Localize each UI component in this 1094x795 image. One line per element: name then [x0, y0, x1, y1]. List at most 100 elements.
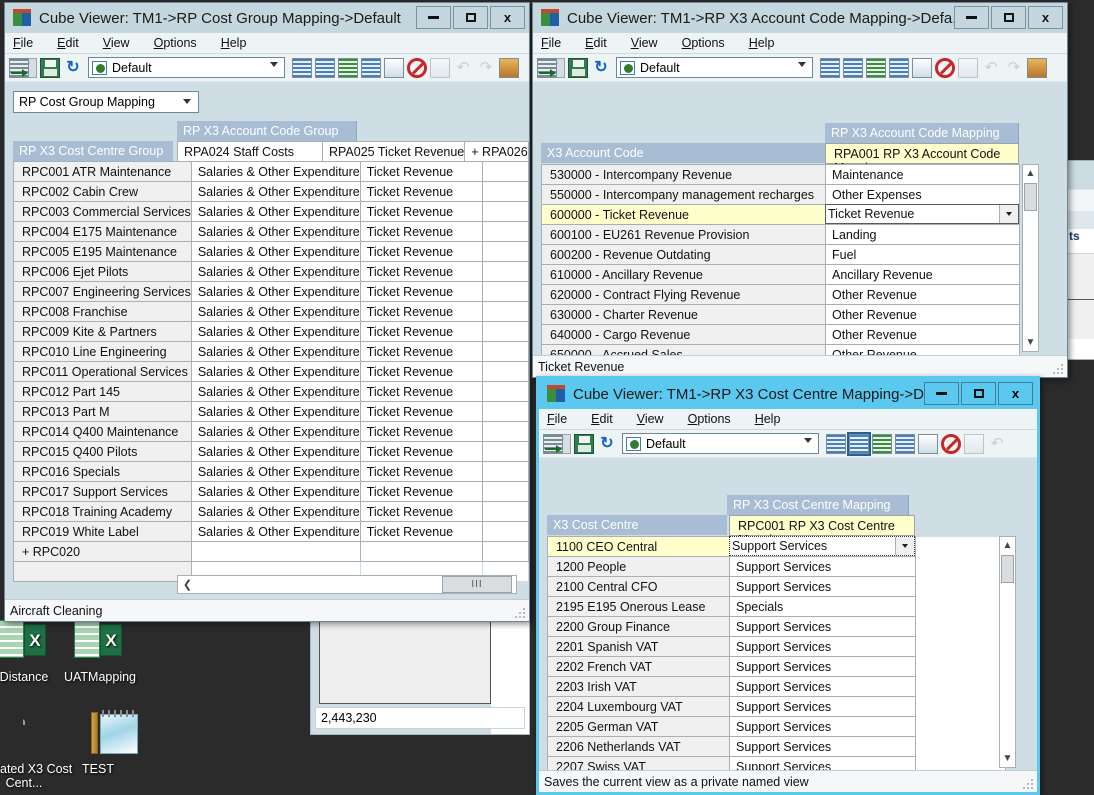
row-header[interactable]: 610000 - Ancillary Revenue	[541, 264, 826, 285]
table-row[interactable]: 640000 - Cargo Revenue Other Revenue	[541, 324, 1020, 345]
table-row[interactable]: 600200 - Revenue Outdating Fuel	[541, 244, 1020, 265]
data-cell[interactable]	[482, 261, 529, 282]
row-header[interactable]: 1200 People	[547, 556, 730, 577]
data-cell[interactable]: Ticket Revenue	[359, 381, 484, 402]
export-report-icon[interactable]	[895, 433, 915, 454]
export-report-icon[interactable]	[361, 57, 381, 78]
data-cell[interactable]: Ticket Revenue	[359, 481, 484, 502]
table-row[interactable]: RPC007 Engineering Services Salaries & Ot…	[13, 281, 529, 302]
table-row[interactable]: RPC004 E175 Maintenance Salaries & Other …	[13, 221, 529, 242]
save-icon[interactable]	[574, 433, 594, 454]
data-cell[interactable]: Salaries & Other Expenditure	[190, 321, 361, 342]
data-cell[interactable]: Ticket Revenue	[359, 361, 484, 382]
export-report-icon[interactable]	[889, 57, 909, 78]
menu-edit[interactable]: Edit	[57, 36, 79, 50]
open-icon[interactable]	[1027, 57, 1047, 78]
row-header[interactable]: 620000 - Contract Flying Revenue	[541, 284, 826, 305]
view-select[interactable]: Default	[88, 57, 285, 78]
data-cell[interactable]: Support Services	[729, 576, 916, 597]
table-row[interactable]: RPC010 Line Engineering Salaries & Other …	[13, 341, 529, 362]
data-cell[interactable]: Support Services	[729, 716, 916, 737]
column-header[interactable]: RPA025 Ticket Revenue	[321, 141, 466, 162]
data-cell[interactable]	[482, 421, 529, 442]
table-row[interactable]: 1200 People Support Services	[547, 556, 1006, 577]
row-header[interactable]: 2201 Spanish VAT	[547, 636, 730, 657]
row-header[interactable]: RPC002 Cabin Crew	[13, 181, 192, 202]
data-cell[interactable]: Salaries & Other Expenditure	[190, 221, 361, 242]
data-cell[interactable]: Salaries & Other Expenditure	[190, 161, 361, 182]
data-cell[interactable]: Ticket Revenue	[359, 421, 484, 442]
row-dimension-header[interactable]: X3 Account Code	[541, 143, 825, 163]
table-row[interactable]: 2200 Group Finance Support Services	[547, 616, 1006, 637]
data-cell[interactable]: Support Services	[729, 616, 916, 637]
menu-view[interactable]: View	[103, 36, 130, 50]
row-header[interactable]: RPC001 ATR Maintenance	[13, 161, 192, 182]
data-cell[interactable]: Salaries & Other Expenditure	[190, 361, 361, 382]
resize-grip-icon[interactable]	[1052, 363, 1064, 375]
data-cell[interactable]: Support Services	[729, 736, 916, 757]
row-header[interactable]: 2202 French VAT	[547, 656, 730, 677]
titlebar[interactable]: Cube Viewer: TM1->RP X3 Account Code Map…	[533, 3, 1067, 33]
data-cell[interactable]	[482, 401, 529, 422]
desktop-icon-uatmapping[interactable]: X UATMapping	[52, 618, 148, 684]
table-row[interactable]: RPC005 E195 Maintenance Salaries & Other …	[13, 241, 529, 262]
row-header[interactable]: 2100 Central CFO	[547, 576, 730, 597]
maximize-button[interactable]	[453, 6, 488, 29]
menu-help[interactable]: Help	[755, 412, 781, 426]
data-cell[interactable]: Landing	[825, 224, 1020, 245]
maximize-button[interactable]	[961, 382, 996, 405]
vscroll-thumb[interactable]	[1024, 183, 1037, 211]
row-header[interactable]: 630000 - Charter Revenue	[541, 304, 826, 325]
table-row[interactable]: 600100 - EU261 Revenue Provision Landing	[541, 224, 1020, 245]
row-header[interactable]: 2205 German VAT	[547, 716, 730, 737]
recalculate-icon[interactable]	[292, 57, 312, 78]
recalculate-icon[interactable]	[826, 433, 846, 454]
data-cell[interactable]: Salaries & Other Expenditure	[190, 381, 361, 402]
spread-grid-icon[interactable]	[537, 57, 557, 78]
menu-options[interactable]: Options	[154, 36, 197, 50]
row-header[interactable]: 1100 CEO Central	[547, 536, 730, 557]
data-cell[interactable]: Ticket Revenue	[359, 181, 484, 202]
cell-editor[interactable]: Support Services	[729, 536, 915, 556]
desktop-icon-test[interactable]: TEST	[50, 710, 146, 776]
data-cell[interactable]	[482, 541, 529, 562]
table-row[interactable]: RPC009 Kite & Partners Salaries & Other E…	[13, 321, 529, 342]
column-dimension-header[interactable]: RP X3 Cost Centre Mapping	[727, 495, 909, 515]
vertical-scrollbar[interactable]: ▲ ▼	[1022, 164, 1039, 352]
data-cell[interactable]	[482, 501, 529, 522]
resize-grip-icon[interactable]	[514, 607, 526, 619]
data-cell[interactable]: Ticket Revenue	[359, 521, 484, 542]
data-cell[interactable]: Salaries & Other Expenditure	[190, 501, 361, 522]
cube-selector[interactable]: RP Cost Group Mapping	[13, 91, 199, 113]
spread-grid-icon[interactable]	[543, 433, 563, 454]
row-header[interactable]	[13, 561, 192, 582]
data-cell[interactable]	[915, 716, 1006, 737]
row-header[interactable]: 600200 - Revenue Outdating	[541, 244, 826, 265]
window-rp-x3-account-code-mapping[interactable]: Cube Viewer: TM1->RP X3 Account Code Map…	[532, 2, 1068, 378]
data-cell[interactable]	[359, 541, 484, 562]
chevron-down-icon[interactable]	[895, 537, 914, 555]
data-cell[interactable]	[482, 201, 529, 222]
data-cell[interactable]: Maintenance	[825, 164, 1020, 185]
data-cell[interactable]: Salaries & Other Expenditure	[190, 401, 361, 422]
row-header[interactable]: 530000 - Intercompany Revenue	[541, 164, 826, 185]
table-row[interactable]: RPC018 Training Academy Salaries & Other …	[13, 501, 529, 522]
row-header[interactable]: RPC010 Line Engineering	[13, 341, 192, 362]
close-button[interactable]: x	[998, 382, 1033, 405]
menu-file[interactable]: File	[547, 412, 567, 426]
data-grid[interactable]: 530000 - Intercompany Revenue Maintenance…	[541, 164, 1020, 365]
table-row[interactable]: 2100 Central CFO Support Services	[547, 576, 1006, 597]
table-row[interactable]: RPC019 White Label Salaries & Other Expen…	[13, 521, 529, 542]
table-row[interactable]: 2195 E195 Onerous Lease Specials	[547, 596, 1006, 617]
data-cell[interactable]: Support Services	[729, 556, 916, 577]
data-cell[interactable]: Salaries & Other Expenditure	[190, 341, 361, 362]
table-row[interactable]: RPC008 Franchise Salaries & Other Expendi…	[13, 301, 529, 322]
data-cell[interactable]	[482, 181, 529, 202]
data-cell[interactable]	[482, 321, 529, 342]
data-cell[interactable]: Ticket Revenue	[359, 501, 484, 522]
window-rp-cost-group-mapping[interactable]: Cube Viewer: TM1->RP Cost Group Mapping-…	[4, 2, 530, 622]
scroll-up-icon[interactable]: ▲	[1000, 537, 1015, 554]
table-row[interactable]: RPC013 Part M Salaries & Other Expenditur…	[13, 401, 529, 422]
table-row[interactable]: 2206 Netherlands VAT Support Services	[547, 736, 1006, 757]
data-cell[interactable]: Ticket Revenue	[359, 221, 484, 242]
